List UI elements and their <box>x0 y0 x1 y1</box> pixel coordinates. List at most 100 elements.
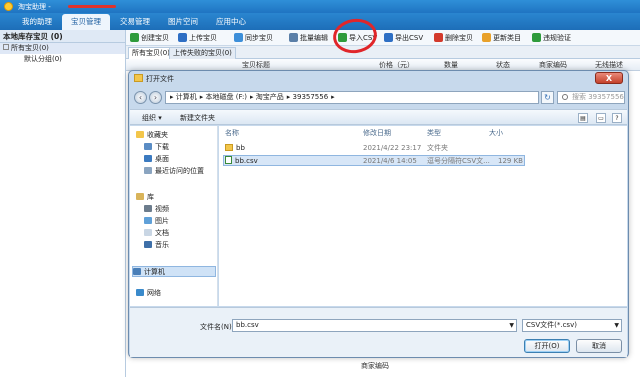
file-row-bb-csv[interactable]: bb.csv 2021/4/6 14:05 逗号分隔符CSV文... 129 K… <box>223 155 525 166</box>
nav-network[interactable]: 网络 <box>136 288 161 299</box>
export-csv-button[interactable]: 导出CSV <box>384 32 423 44</box>
nav-music[interactable]: 音乐 <box>144 240 169 251</box>
upload-icon <box>178 32 187 42</box>
local-inventory-panel: 本地库存宝贝 (0) 所有宝贝(0) 默认分组(0) <box>0 30 126 377</box>
dialog-close-button[interactable]: X <box>595 72 623 84</box>
nav-downloads-label: 下载 <box>155 143 169 151</box>
file-type: 逗号分隔符CSV文... <box>427 157 490 165</box>
batch-edit-label: 批量编辑 <box>300 34 328 42</box>
nav-favorites[interactable]: 收藏夹 <box>136 130 168 141</box>
crumb-computer[interactable]: 计算机 <box>176 93 197 101</box>
video-icon <box>144 204 152 212</box>
tab-all-items[interactable]: 所有宝贝(0) <box>128 47 174 59</box>
navigation-pane: 收藏夹 下载 桌面 最近访问的位置 库 视频 图片 文档 音乐 计算机 网络 <box>130 126 218 306</box>
violation-check-label: 违规验证 <box>543 34 571 42</box>
search-icon <box>562 94 568 100</box>
tab-upload-failed[interactable]: 上传失败的宝贝(0) <box>169 47 236 59</box>
app-title: 淘宝助理 - <box>18 3 51 11</box>
sync-icon <box>234 32 243 42</box>
nav-desktop-label: 桌面 <box>155 155 169 163</box>
search-input[interactable]: 搜索 39357556 <box>557 91 625 104</box>
folder-icon <box>134 74 143 82</box>
file-type: 文件夹 <box>427 144 448 152</box>
item-tabs: 所有宝贝(0) 上传失败的宝贝(0) <box>126 46 640 59</box>
batch-edit-button[interactable]: 批量编辑 <box>289 32 328 44</box>
col-type-header[interactable]: 类型 <box>427 128 441 139</box>
crumb-local-disk[interactable]: 本地磁盘 (F:) <box>206 93 248 101</box>
chevron-right-icon: ▸ <box>170 93 176 101</box>
menu-image-space[interactable]: 图片空间 <box>160 13 206 30</box>
tree-default-group[interactable]: 默认分组(0) <box>0 54 125 65</box>
filetype-select[interactable]: CSV文件(*.csv) ▼ <box>522 319 622 332</box>
document-icon <box>144 228 152 236</box>
computer-icon <box>133 267 141 275</box>
create-item-label: 创建宝贝 <box>141 34 169 42</box>
col-name-header[interactable]: 名称 <box>225 128 239 139</box>
chevron-down-icon[interactable]: ▼ <box>509 320 514 331</box>
dialog-title: 打开文件 <box>146 75 174 83</box>
delete-icon <box>434 32 443 42</box>
organize-button[interactable]: 组织 ▾ <box>142 110 162 126</box>
cancel-button[interactable]: 取消 <box>576 339 622 353</box>
picture-icon <box>144 216 152 224</box>
star-icon <box>136 130 144 138</box>
export-icon <box>384 32 393 42</box>
file-name: bb <box>236 144 245 152</box>
file-row-folder-bb[interactable]: bb 2021/4/22 23:17 文件夹 <box>223 143 525 154</box>
menu-app-center[interactable]: 应用中心 <box>208 13 254 30</box>
music-icon <box>144 240 152 248</box>
delete-item-button[interactable]: 删除宝贝 <box>434 32 473 44</box>
menu-my-assistant[interactable]: 我的助理 <box>14 13 60 30</box>
back-arrow-icon[interactable]: ‹ <box>134 91 147 104</box>
address-row: ‹ › ▸ 计算机 ▸ 本地磁盘 (F:) ▸ 淘宝产品 ▸ 39357556 ▸ ↻ … <box>129 89 628 107</box>
file-size: 129 KB <box>498 157 523 165</box>
desktop-icon <box>144 154 152 162</box>
address-bar[interactable]: ▸ 计算机 ▸ 本地磁盘 (F:) ▸ 淘宝产品 ▸ 39357556 ▸ <box>165 91 539 104</box>
nav-favorites-label: 收藏夹 <box>147 131 168 139</box>
menu-trade-management[interactable]: 交易管理 <box>112 13 158 30</box>
tree-all-items[interactable]: 所有宝贝(0) <box>0 43 125 54</box>
crumb-folder[interactable]: 39357556 <box>293 93 329 101</box>
collapse-icon[interactable] <box>3 44 9 50</box>
nav-videos[interactable]: 视频 <box>144 204 169 215</box>
nav-recent[interactable]: 最近访问的位置 <box>144 166 204 177</box>
file-date: 2021/4/22 23:17 <box>363 144 422 152</box>
forward-arrow-icon[interactable]: › <box>149 91 162 104</box>
nav-libraries[interactable]: 库 <box>136 192 154 203</box>
network-icon <box>136 288 144 296</box>
upload-item-button[interactable]: 上传宝贝 <box>178 32 217 44</box>
update-category-button[interactable]: 更新类目 <box>482 32 521 44</box>
nav-computer[interactable]: 计算机 <box>132 266 216 277</box>
nav-downloads[interactable]: 下载 <box>144 142 169 153</box>
update-category-label: 更新类目 <box>493 34 521 42</box>
filename-value: bb.csv <box>236 321 259 329</box>
tree-default-group-label: 默认分组(0) <box>24 55 62 63</box>
col-size-header[interactable]: 大小 <box>489 128 503 139</box>
create-item-button[interactable]: 创建宝贝 <box>130 32 169 44</box>
nav-videos-label: 视频 <box>155 205 169 213</box>
nav-documents[interactable]: 文档 <box>144 228 169 239</box>
chevron-down-icon[interactable]: ▼ <box>614 320 619 331</box>
delete-item-label: 删除宝贝 <box>445 34 473 42</box>
violation-check-button[interactable]: 违规验证 <box>532 32 571 44</box>
merchant-code-label: 商家编码 <box>361 362 389 370</box>
nav-pictures[interactable]: 图片 <box>144 216 169 227</box>
open-file-dialog: 打开文件 X ‹ › ▸ 计算机 ▸ 本地磁盘 (F:) ▸ 淘宝产品 ▸ 39357… <box>128 70 629 358</box>
refresh-icon[interactable]: ↻ <box>541 91 554 104</box>
sync-item-label: 同步宝贝 <box>245 34 273 42</box>
filename-input[interactable]: bb.csv ▼ <box>232 319 517 332</box>
nav-desktop[interactable]: 桌面 <box>144 154 169 165</box>
main-menu: 我的助理 宝贝管理 交易管理 图片空间 应用中心 <box>0 13 640 30</box>
col-date-header[interactable]: 修改日期 <box>363 128 391 139</box>
nav-libraries-label: 库 <box>147 193 154 201</box>
open-button[interactable]: 打开(O) <box>524 339 570 353</box>
view-options-icon[interactable]: ▤ <box>578 113 588 123</box>
help-icon[interactable]: ? <box>612 113 622 123</box>
new-folder-button[interactable]: 新建文件夹 <box>180 110 215 126</box>
crumb-taobao-products[interactable]: 淘宝产品 <box>256 93 284 101</box>
edit-icon <box>289 32 298 42</box>
sync-item-button[interactable]: 同步宝贝 <box>234 32 273 44</box>
item-toolbar: 创建宝贝 上传宝贝 同步宝贝 批量编辑 导入CSV 导出CSV 删除宝贝 更新类… <box>126 30 640 46</box>
preview-pane-icon[interactable]: ▭ <box>596 113 606 123</box>
menu-item-management[interactable]: 宝贝管理 <box>62 14 110 30</box>
